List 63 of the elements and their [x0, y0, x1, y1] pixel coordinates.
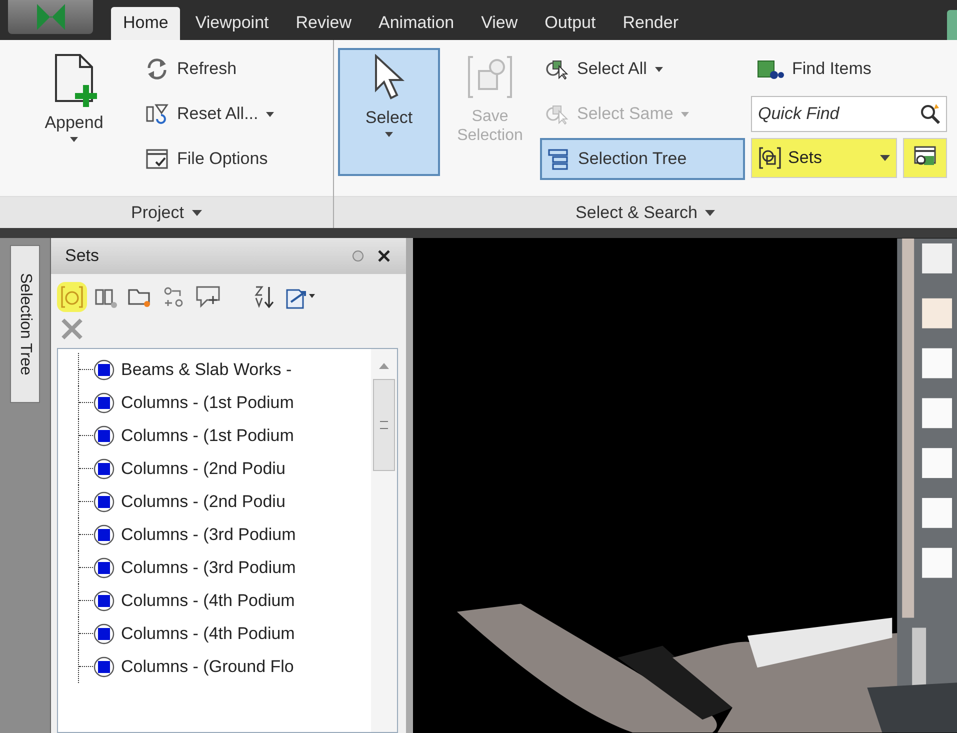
- side-tab[interactable]: Selection Tree: [10, 245, 40, 403]
- ribbon-button[interactable]: Select All: [540, 48, 745, 90]
- tree-item[interactable]: Columns - (1st Podium: [121, 426, 294, 446]
- tree-item[interactable]: Columns - (2nd Podiu: [121, 458, 286, 478]
- selection-set-icon: [93, 524, 115, 546]
- selection-set-icon: [93, 424, 115, 446]
- tree-item[interactable]: Columns - (3rd Podium: [121, 558, 296, 578]
- tree-icon: [546, 148, 570, 170]
- caret-icon: [385, 132, 393, 137]
- select-button[interactable]: Select: [338, 48, 440, 176]
- selection-set-icon: [93, 458, 115, 480]
- selection-set-icon: [93, 358, 115, 380]
- selection-set-icon: [93, 656, 115, 678]
- append-button[interactable]: Append: [30, 48, 118, 147]
- tree-item[interactable]: Columns - (4th Podium: [121, 624, 295, 644]
- ribbon-button[interactable]: File Options: [140, 138, 280, 180]
- tree-item[interactable]: Columns - (4th Podium: [121, 590, 295, 610]
- tree-item[interactable]: Columns - (Ground Flo: [121, 656, 294, 676]
- tree-item[interactable]: Columns - (1st Podium: [121, 392, 294, 412]
- panel-title[interactable]: Project: [0, 196, 333, 228]
- sets-icon: [758, 146, 782, 170]
- window-search-button[interactable]: [903, 138, 947, 178]
- refresh-icon: [145, 58, 169, 80]
- pin-icon[interactable]: [350, 248, 366, 264]
- selection-set-icon: [93, 590, 115, 612]
- scroll-thumb[interactable]: [373, 379, 395, 471]
- ribbon-tab[interactable]: Render: [610, 7, 690, 40]
- sets-button[interactable]: Sets: [751, 138, 897, 178]
- app-logo-icon[interactable]: [8, 0, 93, 34]
- ribbon-tab[interactable]: View: [469, 7, 530, 40]
- file-options-icon: [145, 148, 169, 170]
- caret-icon: [70, 137, 78, 142]
- caret-icon: [880, 155, 890, 161]
- ribbon-tab[interactable]: Output: [532, 7, 608, 40]
- select-same-icon: [545, 103, 569, 125]
- scrollbar[interactable]: [371, 349, 397, 732]
- scroll-up-icon[interactable]: [379, 361, 389, 369]
- quick-find-field[interactable]: Quick Find: [751, 96, 947, 132]
- delete-icon[interactable]: [59, 316, 85, 342]
- ribbon-tab[interactable]: Review: [284, 7, 364, 40]
- select-all-icon: [545, 58, 569, 80]
- tree-item[interactable]: Columns - (3rd Podium: [121, 524, 296, 544]
- search-icon: [919, 103, 941, 125]
- tree-item[interactable]: Columns - (2nd Podiu: [121, 492, 286, 512]
- ribbon-tab[interactable]: Home: [111, 7, 180, 40]
- find-items-button[interactable]: Find Items: [751, 48, 947, 90]
- selection-set-icon: [93, 556, 115, 578]
- selection-set-icon: [93, 622, 115, 644]
- caret-icon: [705, 210, 716, 216]
- selection-set-icon: [93, 392, 115, 414]
- close-icon[interactable]: [376, 248, 392, 264]
- panel-title[interactable]: Select & Search: [334, 196, 957, 228]
- selection-set-icon: [93, 490, 115, 512]
- ribbon-tab[interactable]: Viewpoint: [183, 7, 281, 40]
- ribbon-button[interactable]: Selection Tree: [540, 138, 745, 180]
- panel-title: Sets: [65, 246, 100, 266]
- ribbon-button[interactable]: Reset All...: [140, 93, 280, 135]
- caret-icon: [192, 210, 202, 216]
- ribbon-button[interactable]: Refresh: [140, 48, 280, 90]
- sets-tool-button[interactable]: [57, 282, 87, 312]
- reset-icon: [145, 103, 169, 125]
- tree-item[interactable]: Beams & Slab Works -: [121, 360, 292, 380]
- ribbon-tab[interactable]: Animation: [366, 7, 466, 40]
